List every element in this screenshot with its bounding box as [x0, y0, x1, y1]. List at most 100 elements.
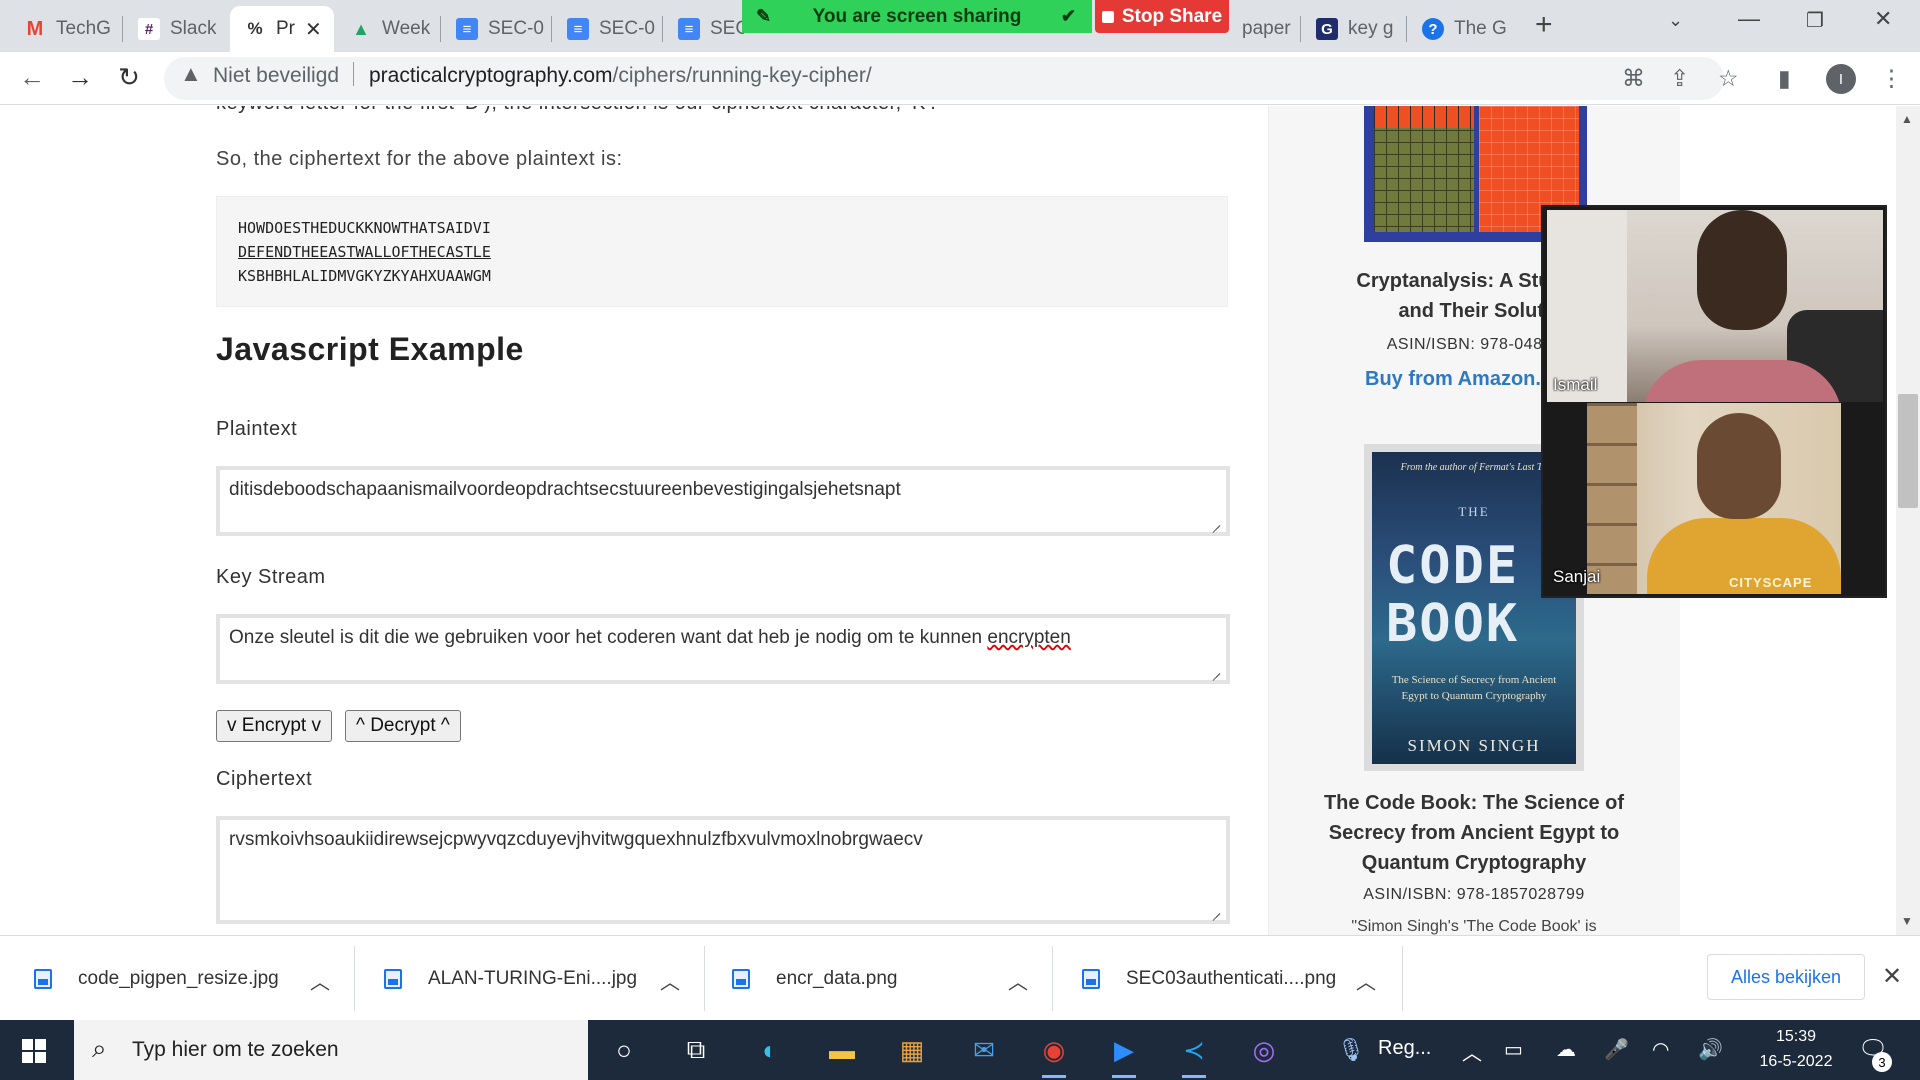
github-desktop-icon[interactable]: ◎ — [1244, 1030, 1284, 1070]
microsoft-store-icon[interactable]: ▦ — [892, 1030, 932, 1070]
mail-icon[interactable]: ✉ — [964, 1030, 1004, 1070]
keystream-textarea[interactable]: Onze sleutel is dit die we gebruiken voo… — [216, 614, 1230, 684]
tab-slack[interactable]: # Slack — [124, 6, 234, 52]
window-close-button[interactable]: ✕ — [1874, 6, 1892, 32]
tab-sec-3[interactable]: ≡ SEC — [664, 6, 744, 52]
tab-sec-1[interactable]: ≡ SEC-0 — [442, 6, 548, 52]
minimize-button[interactable]: — — [1738, 6, 1760, 32]
chrome-icon[interactable]: ◉ — [1034, 1030, 1074, 1078]
resize-handle[interactable] — [1210, 664, 1222, 676]
google-drive-icon: ▲ — [352, 18, 370, 39]
participant-figure — [1697, 210, 1787, 330]
keystream-label: Key Stream — [216, 566, 326, 588]
video-background — [1587, 403, 1637, 594]
volume-icon[interactable]: 🔊 — [1698, 1037, 1723, 1062]
tab-search-icon[interactable]: ⌄ — [1668, 10, 1683, 31]
microphone-icon[interactable]: 🎤 — [1604, 1037, 1629, 1062]
plaintext-value: ditisdeboodschapaanismailvoordeopdrachts… — [229, 479, 901, 500]
url-text[interactable]: practicalcryptography.com/ciphers/runnin… — [369, 64, 872, 88]
scrollbar-thumb[interactable] — [1898, 394, 1918, 508]
back-arrow-icon[interactable]: ← — [16, 62, 48, 93]
taskbar-app-label[interactable]: Reg... — [1378, 1037, 1431, 1060]
profile-avatar[interactable]: I — [1826, 64, 1856, 94]
tab-week[interactable]: ▲ Week — [336, 6, 436, 52]
stop-share-label: Stop Share — [1121, 5, 1223, 27]
bookmark-star-icon[interactable]: ☆ — [1718, 65, 1739, 92]
code-line-ciphertext: KSBHBHLALIDMVGKYZKYAHXUAAWGM — [238, 267, 491, 285]
video-panel[interactable]: Ismail CITYSCAPE Sanjai — [1541, 205, 1887, 598]
participant-video-sanjai[interactable]: CITYSCAPE — [1587, 403, 1841, 594]
participant-name: Sanjai — [1553, 567, 1601, 586]
download-item[interactable]: SEC03authenticati....png — [1082, 936, 1336, 1021]
chevron-up-icon[interactable]: ︿ — [660, 966, 680, 995]
tab-gmail[interactable]: M TechG — [10, 6, 120, 52]
cover-grid — [1374, 106, 1474, 128]
show-all-downloads-button[interactable]: Alles bekijken — [1707, 954, 1865, 1000]
windows-start-icon[interactable] — [22, 1039, 46, 1063]
restore-button[interactable]: ❐ — [1806, 8, 1824, 33]
recorder-icon[interactable]: 🎙 — [1336, 1030, 1366, 1070]
close-tab-icon[interactable]: ✕ — [305, 17, 322, 42]
decrypt-button[interactable]: ^ Decrypt ^ — [345, 710, 461, 742]
article-paragraph: So, the ciphertext for the above plainte… — [216, 148, 623, 170]
tab-paper[interactable]: paper — [1228, 6, 1298, 52]
code-block: HOWDOESTHEDUCKKNOWTHATSAIDVI DEFENDTHEEA… — [216, 196, 1228, 307]
onedrive-icon[interactable]: ☁ — [1556, 1037, 1576, 1062]
wifi-icon[interactable]: ◠ — [1652, 1037, 1669, 1062]
translate-icon[interactable]: ⌘ — [1622, 65, 1645, 92]
spellcheck-word: encrypten — [987, 627, 1071, 648]
search-icon: ⌕ — [92, 1033, 107, 1063]
vscode-icon[interactable]: ≺ — [1174, 1030, 1214, 1078]
book-title[interactable]: The Code Book: The Science of Secrecy fr… — [1272, 788, 1676, 878]
plaintext-textarea[interactable]: ditisdeboodschapaanismailvoordeopdrachts… — [216, 466, 1230, 536]
gmail-icon: M — [26, 17, 44, 40]
battery-icon[interactable]: ▭ — [1504, 1037, 1523, 1062]
scroll-down-arrow-icon[interactable]: ▼ — [1901, 914, 1913, 928]
chevron-up-icon[interactable]: ︿ — [310, 966, 330, 995]
new-tab-button[interactable]: + — [1535, 8, 1553, 42]
chevron-up-icon[interactable]: ︿ — [1008, 966, 1028, 995]
share-icon[interactable]: ⇪ — [1670, 65, 1689, 92]
chevron-up-icon[interactable]: ︿ — [1462, 1037, 1482, 1066]
zoom-icon[interactable]: ▶ — [1104, 1030, 1144, 1078]
cortana-icon[interactable]: ○ — [604, 1030, 644, 1070]
url-host: practicalcryptography.com — [369, 64, 613, 87]
shirt-text: CITYSCAPE — [1729, 575, 1813, 590]
download-item[interactable]: encr_data.png — [732, 936, 898, 1021]
participant-video-ismail[interactable] — [1547, 210, 1883, 402]
resize-handle[interactable] — [1210, 904, 1222, 916]
clock-date[interactable]: 16-5-2022 — [1748, 1053, 1844, 1071]
tab-practical-crypto[interactable]: % Pr ✕ — [230, 6, 334, 52]
edge-icon[interactable]: ◐ — [750, 1030, 790, 1070]
page-scrollbar[interactable] — [1896, 106, 1920, 935]
buy-from-amazon-link[interactable]: Buy from Amazon. — [1365, 368, 1541, 391]
reload-icon[interactable]: ↻ — [113, 62, 145, 93]
tab-key-g[interactable]: G key g — [1302, 6, 1402, 52]
close-icon[interactable]: ✕ — [1882, 962, 1902, 991]
resize-handle[interactable] — [1210, 516, 1222, 528]
chevron-up-icon[interactable]: ︿ — [1356, 966, 1376, 995]
clock-time[interactable]: 15:39 — [1766, 1028, 1826, 1046]
file-explorer-icon[interactable]: ▬ — [822, 1030, 862, 1070]
task-view-icon[interactable]: ⧉ — [676, 1030, 716, 1070]
scroll-up-arrow-icon[interactable]: ▲ — [1901, 112, 1913, 126]
encrypt-button[interactable]: v Encrypt v — [216, 710, 332, 742]
tab-title: SEC — [710, 18, 744, 39]
tab-divider — [1406, 16, 1407, 42]
ciphertext-textarea[interactable]: rvsmkoivhsoaukiidirewsejcpwyvqzcduyevjhv… — [216, 816, 1230, 924]
menu-kebab-icon[interactable]: ⋮ — [1880, 65, 1903, 92]
side-panel-icon[interactable]: ▮ — [1778, 65, 1791, 92]
tab-sec-2[interactable]: ≡ SEC-0 — [553, 6, 659, 52]
image-file-icon — [384, 968, 402, 989]
download-item[interactable]: ALAN-TURING-Eni....jpg — [384, 936, 637, 1021]
warning-icon[interactable]: ▲ — [180, 61, 202, 87]
participant-name: Ismail — [1553, 375, 1598, 394]
tab-the-g[interactable]: ? The G — [1408, 6, 1512, 52]
security-status[interactable]: Niet beveiligd — [213, 64, 339, 88]
generic-site-icon: G — [1316, 18, 1338, 40]
screen-sharing-banner[interactable]: ✎ You are screen sharing ✔ — [742, 0, 1092, 33]
book-title-line: Secrecy from Ancient Egypt to — [1328, 822, 1620, 844]
download-item[interactable]: code_pigpen_resize.jpg — [34, 936, 279, 1021]
stop-share-button[interactable]: Stop Share — [1095, 0, 1229, 33]
forward-arrow-icon[interactable]: → — [64, 62, 96, 93]
